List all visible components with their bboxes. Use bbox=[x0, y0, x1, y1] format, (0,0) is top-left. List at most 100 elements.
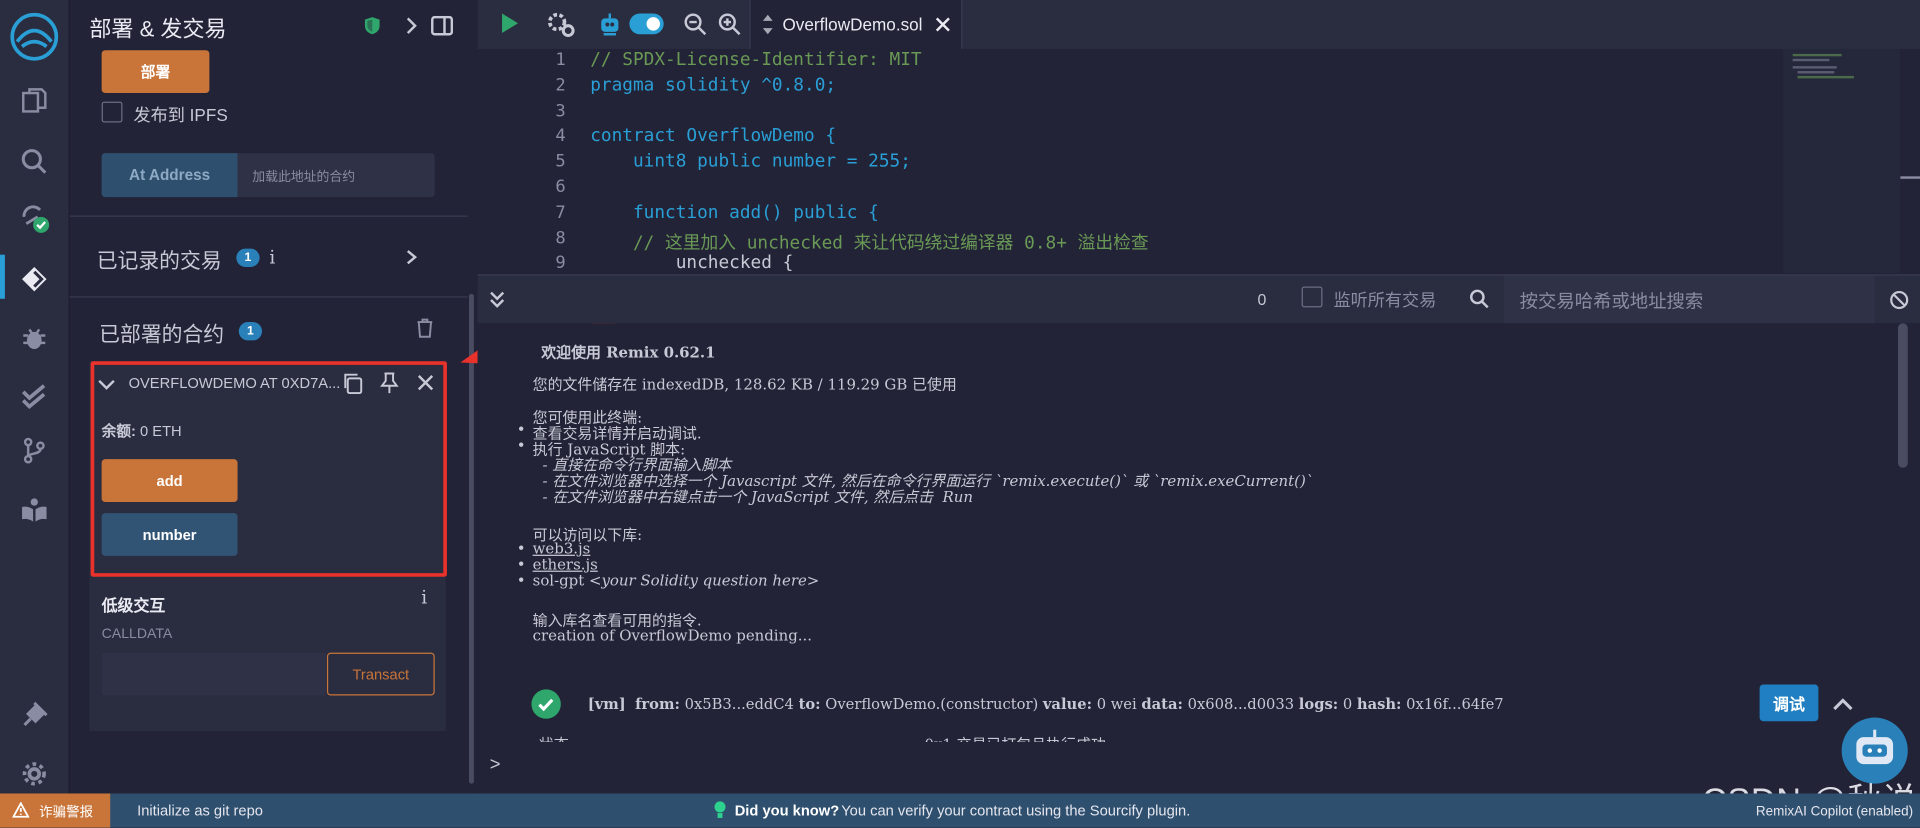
learneth-icon[interactable] bbox=[17, 492, 51, 526]
code-line: contract OverflowDemo { bbox=[590, 126, 837, 147]
annotation-highlight-box bbox=[90, 361, 447, 577]
run-play-icon[interactable] bbox=[500, 12, 520, 40]
low-level-label: 低级交互 bbox=[101, 596, 166, 615]
bullet-dot: • bbox=[516, 421, 526, 439]
tx-from-label: from: bbox=[635, 695, 680, 713]
clear-console-icon[interactable] bbox=[1889, 290, 1909, 316]
tx-detail-status-value: 0x1 交易已打包且执行成功 bbox=[924, 732, 1105, 742]
line-number: 8 bbox=[555, 228, 566, 249]
deployed-contracts-label: 已部署的合约 bbox=[99, 323, 225, 347]
tx-to-label: to: bbox=[798, 695, 821, 713]
lib-web3-link[interactable]: web3.js bbox=[533, 540, 591, 557]
success-check-icon bbox=[531, 689, 561, 719]
tx-value-label: value: bbox=[1042, 695, 1093, 713]
tx-summary[interactable]: [vm] from: 0x5B3...eddC4 to: OverflowDem… bbox=[588, 696, 1504, 713]
line-number: 6 bbox=[555, 177, 566, 198]
tip-text: You can verify your contract using the S… bbox=[841, 802, 1191, 820]
minimap[interactable] bbox=[1782, 48, 1901, 274]
storage-line: 您的文件储存在 indexedDB, 128.62 KB / 119.29 GB… bbox=[532, 375, 957, 394]
compiler-icon[interactable] bbox=[17, 201, 51, 235]
tx-value: 0 wei bbox=[1096, 695, 1137, 713]
bullet-dot: • bbox=[516, 540, 526, 558]
welcome-line: 欢迎使用 Remix 0.62.1 bbox=[541, 344, 716, 362]
tx-from: 0x5B3...eddC4 bbox=[684, 695, 794, 713]
remix-logo-icon[interactable] bbox=[7, 10, 61, 64]
file-tab[interactable]: OverflowDemo.sol bbox=[749, 0, 963, 49]
tx-logs: 0 bbox=[1342, 695, 1353, 713]
debug-button[interactable]: 调试 bbox=[1759, 684, 1819, 722]
recorded-tx-count-badge: 1 bbox=[236, 248, 260, 267]
scam-alert-button[interactable]: 诈骗警报 bbox=[0, 793, 111, 828]
terminal-output[interactable]: 欢迎使用 Remix 0.62.1 您的文件储存在 indexedDB, 128… bbox=[477, 323, 1920, 794]
terminal-scrollbar[interactable] bbox=[1897, 323, 1908, 468]
ai-robot-icon[interactable] bbox=[598, 11, 622, 44]
zoom-in-icon[interactable] bbox=[718, 12, 742, 43]
icon-rail bbox=[0, 0, 70, 794]
deploy-button[interactable]: 部署 bbox=[101, 50, 210, 94]
tx-logs-label: logs: bbox=[1298, 695, 1339, 713]
publish-ipfs-checkbox[interactable] bbox=[101, 101, 123, 123]
lightbulb-icon bbox=[714, 801, 726, 823]
lib-solgpt-name: sol-gpt bbox=[532, 571, 585, 589]
collapse-terminal-icon[interactable] bbox=[487, 289, 507, 315]
zoom-out-icon[interactable] bbox=[683, 12, 707, 43]
search-icon[interactable] bbox=[17, 144, 51, 178]
code-line: function add() public { bbox=[590, 203, 879, 223]
unit-testing-icon[interactable] bbox=[17, 380, 51, 414]
publish-ipfs-label: 发布到 IPFS bbox=[133, 105, 228, 125]
close-tab-icon[interactable] bbox=[934, 16, 951, 39]
terminal-bar: 0 监听所有交易 按交易哈希或地址搜索 bbox=[477, 274, 1920, 324]
tx-data: 0x608...d0033 bbox=[1187, 695, 1295, 713]
bullet-dot: • bbox=[516, 555, 526, 574]
bullet-dot: • bbox=[516, 437, 526, 455]
recorded-tx-chevron-icon[interactable] bbox=[404, 247, 419, 273]
at-address-input[interactable]: 加载此地址的合约 bbox=[237, 153, 435, 198]
at-address-button[interactable]: At Address bbox=[101, 153, 238, 198]
did-you-know-label: Did you know? bbox=[734, 802, 840, 820]
calldata-label: CALLDATA bbox=[101, 626, 173, 642]
recorded-tx-label[interactable]: 已记录的交易 bbox=[97, 244, 222, 275]
code-line: pragma solidity ^0.8.0; bbox=[590, 75, 837, 96]
toggle-panel-icon[interactable] bbox=[431, 15, 454, 42]
tx-vm: [vm] bbox=[587, 695, 626, 713]
tx-data-label: data: bbox=[1141, 695, 1183, 713]
copilot-status[interactable]: RemixAI Copilot (enabled) bbox=[1756, 804, 1913, 819]
deploy-run-icon[interactable] bbox=[17, 262, 51, 296]
editor-toolbar: OverflowDemo.sol bbox=[477, 0, 1920, 49]
git-init-link[interactable]: Initialize as git repo bbox=[137, 802, 263, 819]
listen-all-label: 监听所有交易 bbox=[1333, 290, 1437, 310]
code-line: unchecked { bbox=[590, 253, 794, 274]
terminal-prompt[interactable]: > bbox=[490, 754, 501, 775]
tx-hash: 0x16f...64fe7 bbox=[1406, 695, 1504, 713]
line-number: 2 bbox=[555, 75, 566, 96]
code-editor[interactable]: 1 // SPDX-License-Identifier: MIT 2 pragma … bbox=[477, 48, 1920, 274]
terminal-search-icon bbox=[1469, 289, 1489, 315]
tx-to: OverflowDemo.(constructor) bbox=[825, 695, 1039, 713]
active-indicator bbox=[0, 254, 5, 299]
compile-settings-icon[interactable] bbox=[546, 11, 575, 44]
warning-icon bbox=[11, 801, 30, 822]
chevron-right-icon[interactable] bbox=[403, 15, 420, 43]
ai-toggle-switch[interactable] bbox=[629, 13, 664, 35]
lib-solgpt: sol-gpt <your Solidity question here> bbox=[533, 572, 820, 589]
terminal-search-input[interactable]: 按交易哈希或地址搜索 bbox=[1503, 275, 1875, 324]
git-icon[interactable] bbox=[17, 433, 51, 467]
transact-button[interactable]: Transact bbox=[326, 652, 435, 696]
pending-tx-count: 0 bbox=[1257, 290, 1267, 309]
collapse-tx-chevron-icon[interactable] bbox=[1832, 696, 1854, 718]
line-number: 9 bbox=[555, 253, 566, 274]
lib-ethers-link[interactable]: ethers.js bbox=[533, 556, 598, 573]
code-line: // SPDX-License-Identifier: MIT bbox=[590, 50, 922, 70]
code-line: // 这里加入 unchecked 来让代码绕过编译器 0.8+ 溢出检查 bbox=[590, 233, 1149, 253]
recorded-tx-info-icon[interactable]: i bbox=[269, 246, 275, 268]
plugin-manager-icon[interactable] bbox=[17, 698, 51, 732]
status-bar: 诈骗警报 Initialize as git repo Did you know… bbox=[0, 793, 1920, 828]
listen-all-checkbox[interactable] bbox=[1301, 286, 1323, 308]
debugger-icon[interactable] bbox=[17, 321, 51, 355]
calldata-input[interactable] bbox=[101, 652, 326, 696]
settings-gear-icon[interactable] bbox=[17, 757, 51, 791]
low-level-info-icon[interactable]: i bbox=[421, 587, 427, 609]
file-explorer-icon[interactable] bbox=[17, 83, 51, 117]
code-line: uint8 public number = 255; bbox=[590, 152, 911, 172]
trash-icon[interactable] bbox=[416, 318, 433, 344]
